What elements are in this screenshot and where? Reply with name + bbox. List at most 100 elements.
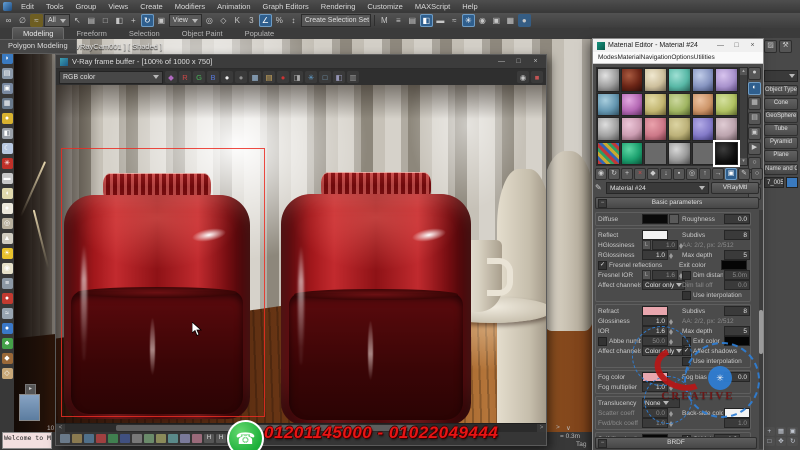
menu-item[interactable]: Options <box>671 54 693 61</box>
blue-channel-icon[interactable]: B <box>207 71 219 83</box>
menu-item[interactable]: Material <box>618 54 641 61</box>
maximize-button[interactable]: □ <box>512 58 525 65</box>
scroll-down-icon[interactable]: ▾ <box>740 158 747 165</box>
refract-subdivs-field[interactable]: 8 <box>724 306 750 316</box>
scatter-coeff-field[interactable]: 0.0 <box>642 408 668 418</box>
object-type-rollout[interactable]: Object Type <box>764 85 798 96</box>
vfb-stamp-icon[interactable] <box>60 434 70 443</box>
refract-use-interpolation-checkbox[interactable] <box>682 357 691 366</box>
clear-image-icon[interactable]: ● <box>277 71 289 83</box>
dim-falloff-field[interactable]: 0.0 <box>724 280 750 290</box>
background-icon[interactable]: ▦ <box>748 97 761 110</box>
scene-explorer-icon[interactable]: ◧ <box>420 14 433 27</box>
show-in-viewport-icon[interactable]: ▣ <box>725 168 737 180</box>
ior-field[interactable]: 1.6 <box>642 326 668 336</box>
fog-color-swatch[interactable] <box>642 372 668 382</box>
stop-render-icon[interactable]: ■ <box>531 71 543 83</box>
parameters-scrollbar[interactable] <box>759 210 763 449</box>
scrollbar-thumb[interactable] <box>759 310 763 354</box>
material-swatch[interactable] <box>668 142 691 166</box>
mountain-icon[interactable]: ▲ <box>2 233 13 244</box>
fwdbck-coeff-field[interactable]: 1.0 <box>642 418 668 428</box>
pick-material-icon[interactable]: ✎ <box>738 168 750 180</box>
menu-item[interactable]: Animation <box>211 2 256 11</box>
alpha-channel-icon[interactable]: ● <box>221 71 233 83</box>
material-swatch[interactable] <box>644 68 667 92</box>
scroll-right-icon[interactable]: > <box>556 424 560 431</box>
panels-icon[interactable]: ▦ <box>2 98 13 109</box>
material-swatch[interactable] <box>621 68 644 92</box>
palette-scrollbar[interactable]: ▴▾ <box>739 67 748 166</box>
orbit-icon[interactable]: ↻ <box>787 437 798 446</box>
material-swatch[interactable] <box>715 68 738 92</box>
display-tab-icon[interactable]: ▨ <box>764 40 777 53</box>
roughness-field[interactable]: 0.0 <box>724 214 750 224</box>
brdf-rollout[interactable]: −BRDF <box>595 437 757 449</box>
material-swatch[interactable] <box>644 117 667 141</box>
ribbon-tab[interactable]: Freeform <box>66 28 116 39</box>
load-image-icon[interactable]: ▤ <box>263 71 275 83</box>
lamp-icon[interactable]: ● <box>2 113 13 124</box>
scroll-left-icon[interactable]: < <box>56 424 65 432</box>
window-crossing-icon[interactable]: ◧ <box>113 14 126 27</box>
material-swatch[interactable] <box>715 142 738 166</box>
scroll-up-icon[interactable]: ▴ <box>740 68 747 75</box>
region-render-icon[interactable]: □ <box>319 71 331 83</box>
spinner[interactable] <box>669 327 675 336</box>
max-depth-field[interactable]: 5 <box>724 250 750 260</box>
object-color-swatch[interactable] <box>786 177 798 188</box>
menu-item[interactable]: Modifiers <box>169 2 211 11</box>
particles-icon[interactable]: ✳ <box>2 158 13 169</box>
show-end-result-icon[interactable]: ◎ <box>686 168 698 180</box>
menu-item[interactable]: Rendering <box>315 2 362 11</box>
track-mouse-icon[interactable]: ✳ <box>305 71 317 83</box>
affect-shadows-checkbox[interactable] <box>682 347 691 356</box>
go-to-parent-icon[interactable]: ↑ <box>699 168 711 180</box>
photo-icon[interactable]: ▬ <box>2 173 13 184</box>
material-swatch[interactable] <box>692 68 715 92</box>
fresnel-ior-field[interactable]: 1.6 <box>652 270 678 280</box>
primitive-button[interactable]: Tube <box>764 124 798 136</box>
exit-color-swatch[interactable] <box>721 260 747 270</box>
sun-icon[interactable]: ☀ <box>2 248 13 259</box>
material-swatch[interactable] <box>668 68 691 92</box>
subdivs-field[interactable]: 8 <box>724 230 750 240</box>
rglossiness-field[interactable]: 1.0 <box>642 250 668 260</box>
material-swatch[interactable] <box>692 142 715 166</box>
fresnel-checkbox[interactable] <box>598 261 607 270</box>
duplicate-buffer-icon[interactable]: ◨ <box>291 71 303 83</box>
material-type-button[interactable]: VRayMtl <box>711 182 759 194</box>
zoom-region-icon[interactable]: □ <box>764 437 775 446</box>
minimize-button[interactable]: — <box>495 58 508 65</box>
vfb-histogram-icon[interactable]: H <box>204 434 214 443</box>
close-button[interactable]: × <box>746 42 759 49</box>
material-swatch[interactable] <box>597 93 620 117</box>
vfb-mono-icon[interactable] <box>132 434 142 443</box>
select-by-name-icon[interactable]: ▤ <box>85 14 98 27</box>
utilities-tab-icon[interactable]: ⚒ <box>779 40 792 53</box>
reference-coordinate-dropdown[interactable]: View <box>169 14 202 27</box>
ribbon-toggle-icon[interactable]: ▬ <box>434 14 447 27</box>
percent-snap-icon[interactable]: % <box>273 14 286 27</box>
glossiness-field[interactable]: 1.0 <box>642 316 668 326</box>
ribbon-tab[interactable]: Object Paint <box>172 28 233 39</box>
pixel-info-icon[interactable]: ◧ <box>333 71 345 83</box>
rendered-image[interactable] <box>56 85 546 423</box>
vfb-green-icon[interactable] <box>108 434 118 443</box>
align-icon[interactable]: ≡ <box>392 14 405 27</box>
object-name-field[interactable]: 7_005 <box>764 177 784 188</box>
dim-distance-checkbox[interactable] <box>682 271 691 280</box>
curve-editor-icon[interactable]: ≈ <box>448 14 461 27</box>
collapse-icon[interactable]: − <box>598 199 607 208</box>
material-swatch[interactable] <box>597 142 620 166</box>
abbe-checkbox[interactable] <box>598 337 607 346</box>
menu-item[interactable]: Graph Editors <box>257 2 315 11</box>
vfb-curves-icon[interactable] <box>192 434 202 443</box>
material-swatch[interactable] <box>715 117 738 141</box>
moon-icon[interactable]: ☾ <box>2 143 13 154</box>
material-swatch[interactable] <box>668 93 691 117</box>
stone-icon[interactable]: ◇ <box>2 368 13 379</box>
angle-snap-icon[interactable]: ∠ <box>259 14 272 27</box>
menu-item[interactable]: MAXScript <box>409 2 456 11</box>
snaps-toggle-icon[interactable]: 3 <box>245 14 258 27</box>
